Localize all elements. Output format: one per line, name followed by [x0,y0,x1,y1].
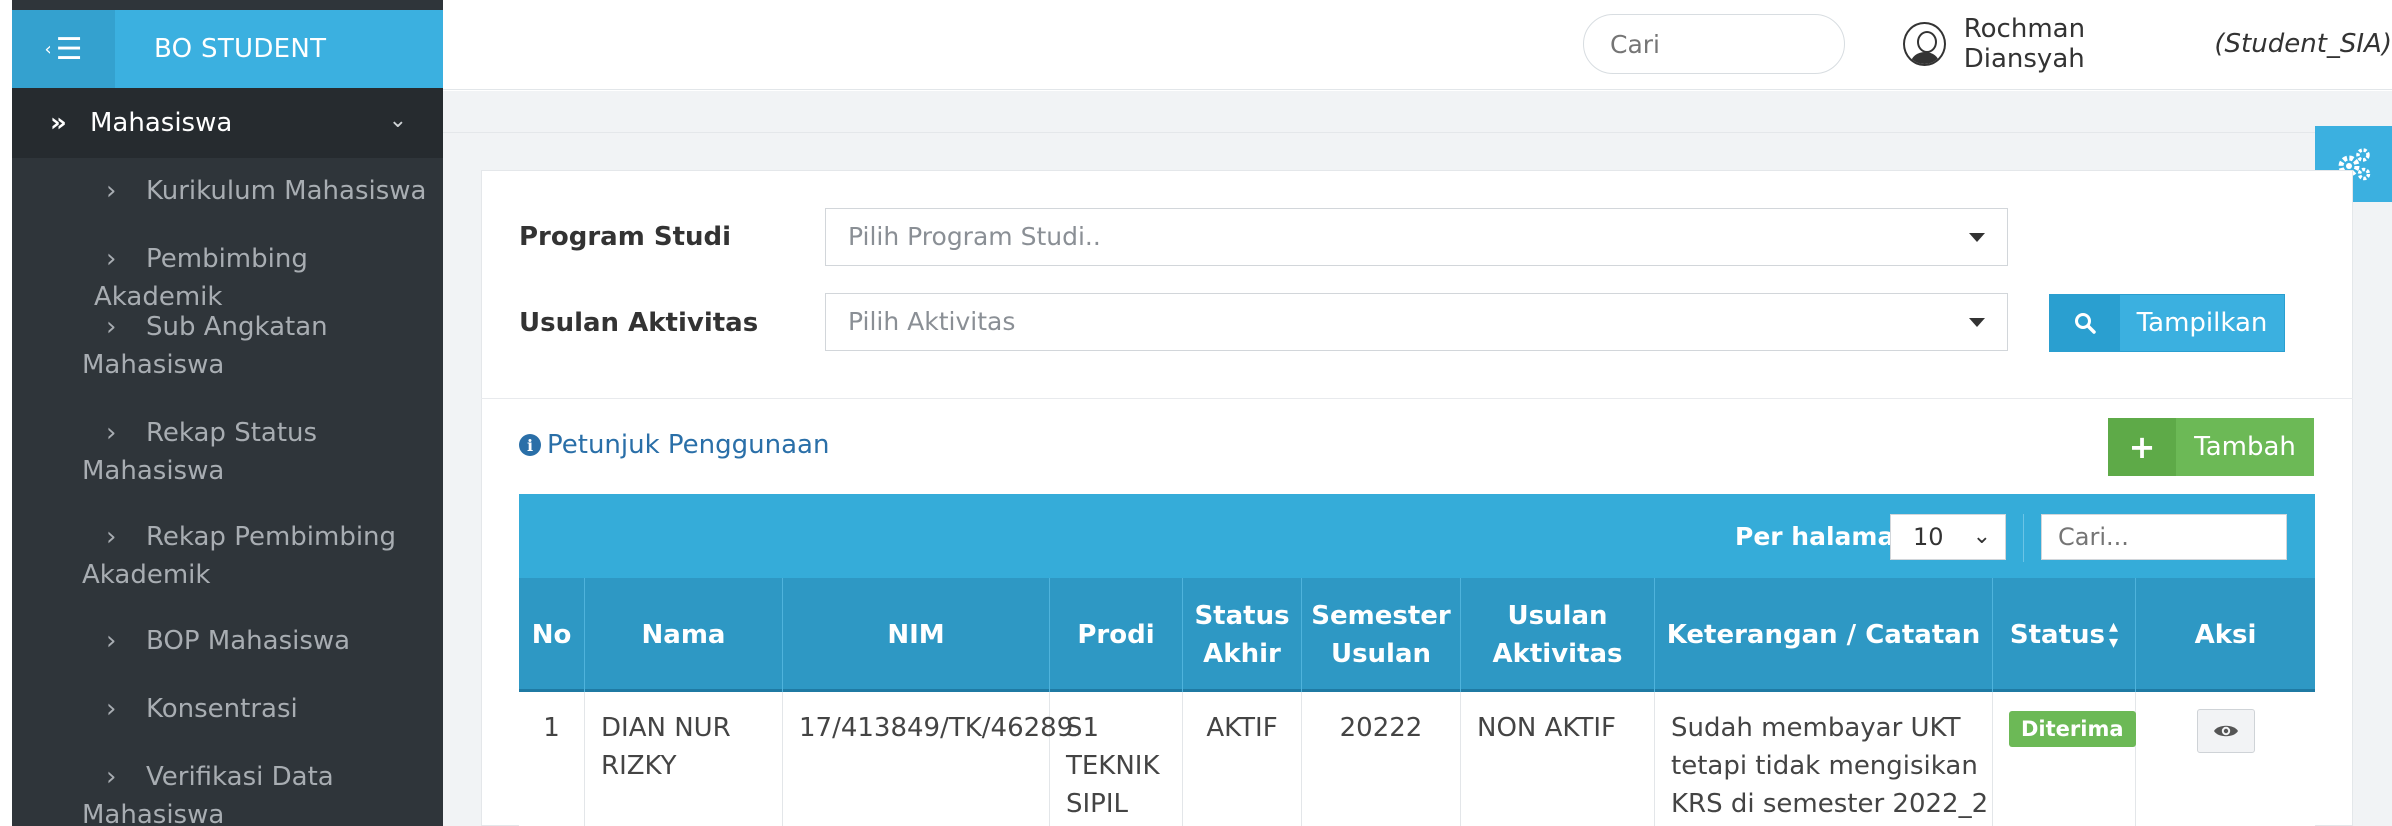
search-icon [2050,295,2120,351]
chevron-right-icon: › [106,418,117,448]
col-nim: NIM [783,578,1050,692]
user-name: Rochman Diansyah [1963,14,2086,74]
caret-down-icon [1969,233,1985,242]
tampilkan-button-label: Tampilkan [2136,308,2268,338]
cell-nim: 17/413849/TK/46289 [783,692,1073,826]
cell-keterangan: Sudah membayar UKT tetapi tidak mengisika… [1655,692,1993,826]
chevron-right-icon: › [106,626,117,656]
col-nama: Nama [585,578,783,692]
top-header: Rochman Diansyah (Student_SIA) [443,0,2392,90]
sidebar-item-label-line2: Mahasiswa [82,350,225,380]
sidebar-item-pembimbing[interactable]: › Pembimbing Akademik [12,240,443,316]
program-studi-select[interactable]: Pilih Program Studi.. [825,208,2008,266]
sidebar-item-label: BOP Mahasiswa [146,626,351,656]
sort-icon: ▴ ▾ [2109,616,2119,653]
sidebar-item-label: Kurikulum Mahasiswa [146,176,427,206]
per-page-label: Per halaman [1735,522,1913,551]
sidebar-group-mahasiswa[interactable]: » Mahasiswa ⌄ [12,88,443,158]
sidebar-item-rekap-pembimbing[interactable]: › Rekap Pembimbing Akademik [12,518,443,594]
table-header: No Nama NIM Prodi Status Akhir Semester Us… [519,578,2315,692]
double-chevron-right-icon: » [50,108,67,138]
sidebar-item-kurikulum[interactable]: › Kurikulum Mahasiswa [12,172,443,210]
sidebar: ‹ ☰ BO STUDENT » Mahasiswa ⌄ › Kurikulum … [12,0,443,826]
tambah-button[interactable]: + Tambah [2108,418,2314,476]
toolbar-separator [2023,514,2024,562]
sidebar-item-label: Verifikasi Data [146,762,334,792]
cell-prodi: S1 TEKNIK SIPIL [1050,692,1183,826]
sidebar-item-label: Sub Angkatan [146,312,328,342]
per-page-value: 10 [1913,523,1944,551]
plus-icon: + [2108,418,2176,476]
per-page-select[interactable]: 10 ⌄ [1890,514,2006,560]
sidebar-item-label-line2: Mahasiswa [82,456,225,486]
user-role: (Student_SIA) [2214,29,2392,59]
chevron-down-icon: ⌄ [1972,524,1991,549]
usulan-aktivitas-label: Usulan Aktivitas [519,308,759,338]
caret-down-icon [1969,318,1985,327]
cell-usulan: NON AKTIF [1461,692,1655,826]
program-studi-label: Program Studi [519,222,732,252]
card-separator [481,398,2353,399]
cell-aksi [2136,692,2315,826]
sidebar-item-bop[interactable]: › BOP Mahasiswa [12,622,443,660]
sidebar-item-label: Rekap Pembimbing [146,522,397,552]
sidebar-item-verifikasi[interactable]: › Verifikasi Data Mahasiswa [12,758,443,826]
col-no: No [519,578,585,692]
hamburger-icon: ☰ [55,31,83,67]
sidebar-item-label: Rekap Status [146,418,318,448]
content-divider [443,132,2392,133]
chevron-right-icon: › [106,244,117,274]
chevron-left-icon: ‹ [44,38,52,60]
col-status-sortable[interactable]: Status ▴ ▾ [1993,578,2136,692]
sidebar-item-konsentrasi[interactable]: › Konsentrasi [12,690,443,728]
col-prodi: Prodi [1050,578,1183,692]
chevron-down-icon: ⌄ [388,108,407,133]
col-usulan-aktivitas: Usulan Aktivitas [1461,578,1655,692]
sidebar-group-label: Mahasiswa [90,108,233,138]
usulan-aktivitas-select[interactable]: Pilih Aktivitas [825,293,2008,351]
sidebar-item-label-line2: Akademik [82,560,211,590]
status-badge: Diterima [2009,711,2136,747]
user-avatar-icon [1903,22,1946,66]
cell-status: Diterima [1993,692,2136,826]
cell-semester: 20222 [1302,692,1461,826]
chevron-right-icon: › [106,694,117,724]
table-search-input[interactable] [2041,514,2287,560]
eye-icon [2213,725,2238,737]
view-button[interactable] [2196,709,2255,753]
header-search-input[interactable] [1583,14,1845,74]
cell-status-akhir: AKTIF [1183,692,1302,826]
tambah-button-label: Tambah [2194,432,2296,462]
chevron-right-icon: › [106,522,117,552]
col-status-akhir: Status Akhir [1183,578,1302,692]
col-semester-usulan: Semester Usulan [1302,578,1461,692]
cell-nama: DIAN NUR RIZKY [585,692,783,826]
chevron-right-icon: › [106,312,117,342]
tampilkan-button[interactable]: Tampilkan [2049,294,2285,352]
sidebar-item-label-line2: Mahasiswa [82,800,225,826]
sidebar-item-label: Konsentrasi [146,694,298,724]
sidebar-toggle-button[interactable]: ‹ ☰ [12,10,115,88]
program-studi-placeholder: Pilih Program Studi.. [848,222,1101,251]
user-menu[interactable]: Rochman Diansyah (Student_SIA) [1903,14,2392,74]
sidebar-header: ‹ ☰ BO STUDENT [12,10,443,88]
app-brand: BO STUDENT [154,34,327,64]
chevron-right-icon: › [106,762,117,792]
petunjuk-label: Petunjuk Penggunaan [547,430,830,460]
sidebar-item-rekap-status[interactable]: › Rekap Status Mahasiswa [12,414,443,490]
sidebar-item-sub-angkatan[interactable]: › Sub Angkatan Mahasiswa [12,308,443,384]
cell-no: 1 [519,692,585,826]
petunjuk-link[interactable]: i Petunjuk Penggunaan [519,430,829,460]
col-keterangan: Keterangan / Catatan [1655,578,1993,692]
chevron-right-icon: › [106,176,117,206]
col-aksi: Aksi [2194,620,2257,650]
info-icon: i [519,434,541,456]
usulan-aktivitas-placeholder: Pilih Aktivitas [848,307,1016,336]
table-body: 1 DIAN NUR RIZKY 17/413849/TK/46289 S1 TEK… [519,692,2315,826]
